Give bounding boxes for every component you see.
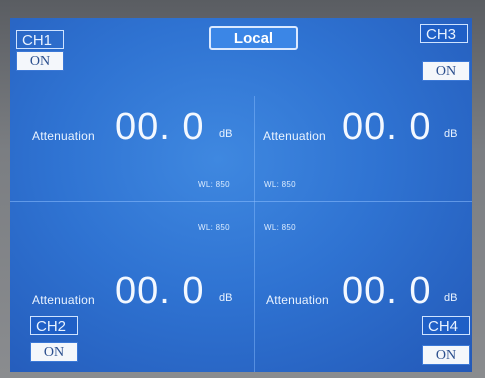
ch4-label[interactable]: CH4: [422, 316, 470, 335]
ch1-label[interactable]: CH1: [16, 30, 64, 49]
ch1-on-button[interactable]: ON: [16, 51, 64, 71]
ch3-wavelength: WL: 850: [264, 180, 296, 189]
quadrant-divider-vertical: [254, 96, 255, 372]
ch4-on-button[interactable]: ON: [422, 345, 470, 365]
ch3-unit: dB: [444, 128, 458, 140]
ch2-on-button[interactable]: ON: [30, 342, 78, 362]
ch2-wavelength: WL: 850: [198, 223, 230, 232]
ch3-attenuation-value: 00. 0: [342, 106, 432, 148]
ch3-attenuation-label: Attenuation: [263, 129, 326, 143]
ch1-wavelength: WL: 850: [198, 180, 230, 189]
ch4-wavelength: WL: 850: [264, 223, 296, 232]
ch4-attenuation-value: 00. 0: [342, 270, 432, 312]
ch2-label[interactable]: CH2: [30, 316, 78, 335]
ch4-attenuation-label: Attenuation: [266, 293, 329, 307]
quadrant-divider-horizontal: [10, 201, 472, 202]
ch2-attenuation-value: 00. 0: [115, 270, 205, 312]
display-screen: Local CH1 ON Attenuation 00. 0 dB WL: 85…: [10, 18, 472, 372]
ch1-attenuation-label: Attenuation: [32, 129, 95, 143]
ch3-on-button[interactable]: ON: [422, 61, 470, 81]
ch3-label[interactable]: CH3: [420, 24, 468, 43]
local-mode-button[interactable]: Local: [209, 26, 298, 50]
ch4-unit: dB: [444, 292, 458, 304]
ch1-unit: dB: [219, 128, 233, 140]
ch2-attenuation-label: Attenuation: [32, 293, 95, 307]
ch2-unit: dB: [219, 292, 233, 304]
ch1-attenuation-value: 00. 0: [115, 106, 205, 148]
